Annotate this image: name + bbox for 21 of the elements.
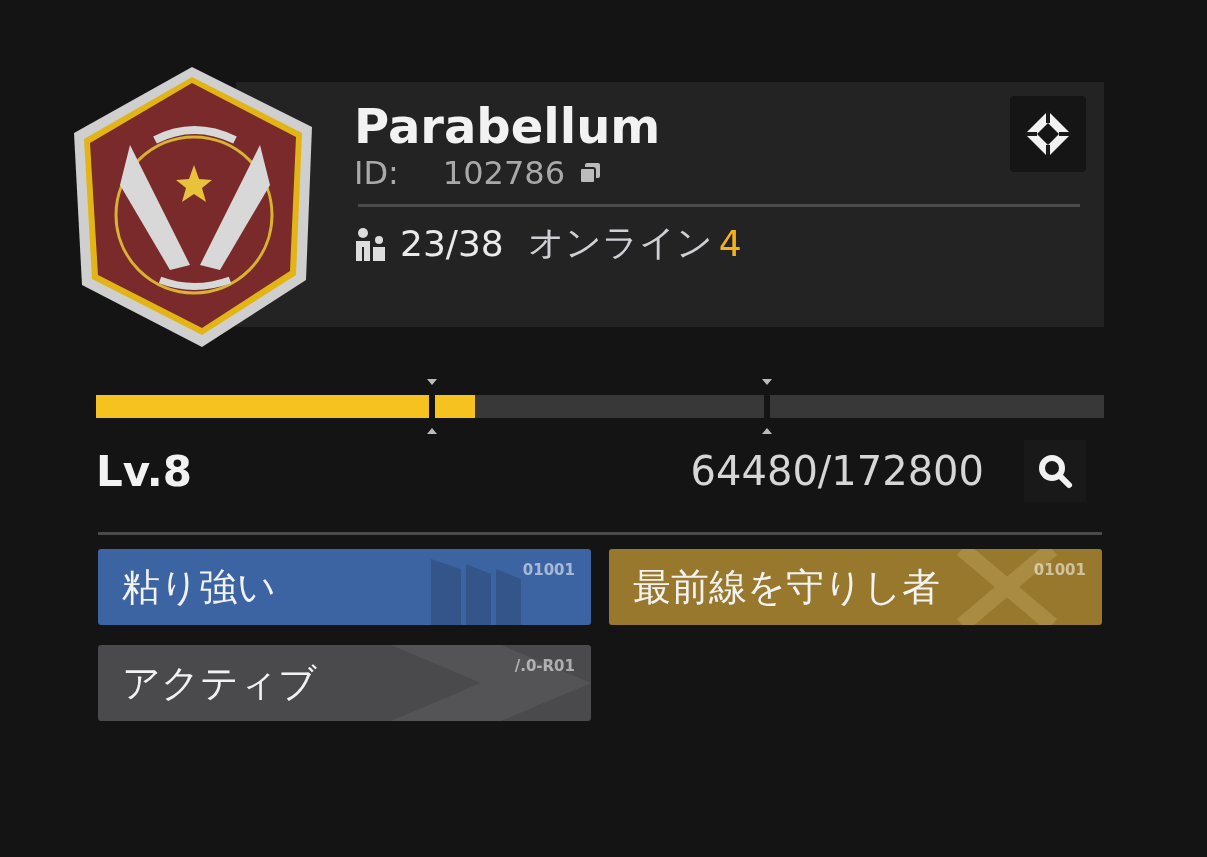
members-icon xyxy=(354,226,386,261)
tag-code: /.0-R01 xyxy=(514,657,575,675)
copy-icon[interactable] xyxy=(579,162,601,184)
online-count: 4 xyxy=(718,223,742,264)
level-label: Lv.8 xyxy=(96,446,193,496)
tag-label: 粘り強い xyxy=(122,563,276,611)
exp-count: 64480/172800 xyxy=(690,448,984,494)
clan-name: Parabellum xyxy=(354,100,661,153)
tag-code: 01001 xyxy=(522,561,575,579)
tag-label: アクティブ xyxy=(122,659,317,707)
id-label: ID: xyxy=(354,154,399,192)
tag-pattern-icon xyxy=(391,645,591,721)
tag-code: 01001 xyxy=(1033,561,1086,579)
member-count: 23/38 xyxy=(400,223,504,264)
tick-marker-icon xyxy=(425,379,438,434)
search-button[interactable] xyxy=(1024,440,1086,502)
tick-marker-icon xyxy=(761,379,774,434)
crosshair-button[interactable] xyxy=(1010,96,1086,172)
online-label: オンライン xyxy=(527,221,713,265)
tag-label: 最前線を守りし者 xyxy=(633,563,940,611)
clan-id: 102786 xyxy=(442,154,565,192)
